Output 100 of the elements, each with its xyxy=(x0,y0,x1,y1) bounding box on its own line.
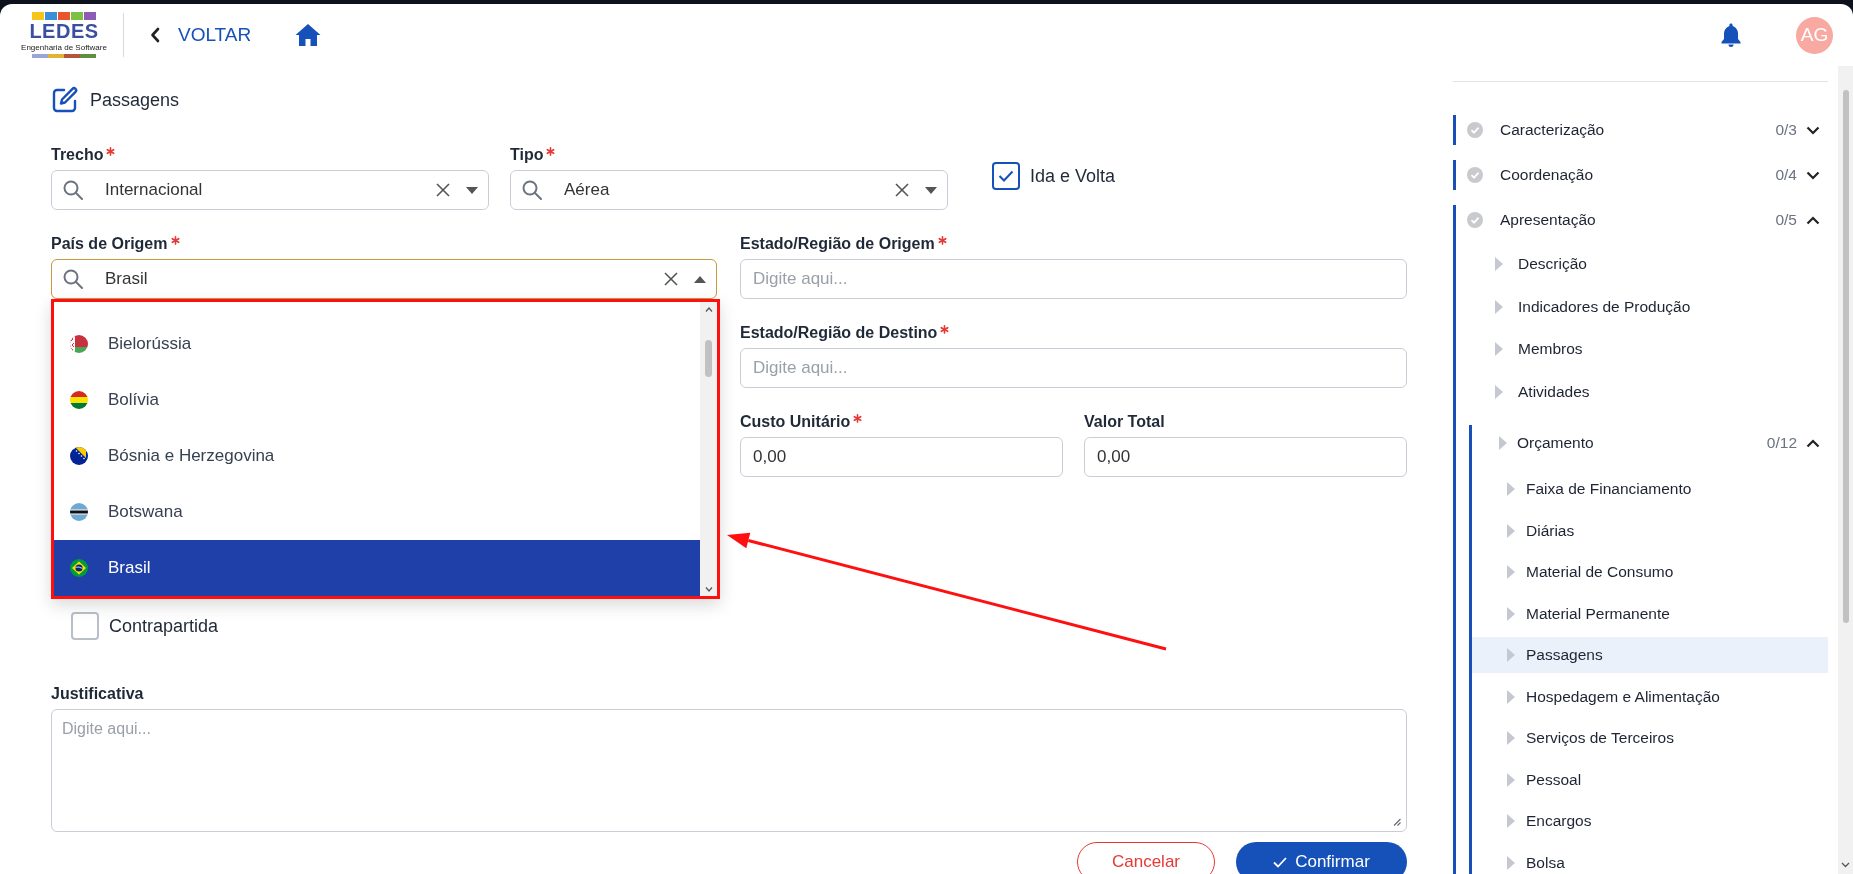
checkmark-icon xyxy=(998,170,1014,182)
caret-right-icon[interactable] xyxy=(1507,731,1515,745)
chevron-up-icon[interactable] xyxy=(1806,215,1820,225)
caret-right-icon[interactable] xyxy=(1507,689,1515,704)
caret-right-icon[interactable] xyxy=(1507,482,1515,496)
dropdown-scrollbar[interactable] xyxy=(700,302,717,596)
check-circle-icon xyxy=(1467,167,1483,183)
cancel-button[interactable]: Cancelar xyxy=(1077,842,1215,874)
text-input[interactable]: Digite aqui... xyxy=(740,348,1407,388)
chevron-left-icon xyxy=(150,27,160,43)
sidebar-item[interactable]: Bolsa xyxy=(1472,844,1828,874)
caret-right-icon[interactable] xyxy=(1495,257,1503,271)
caret-right-icon[interactable] xyxy=(1495,342,1503,356)
number-input[interactable]: 0,00 xyxy=(1084,437,1407,477)
clear-icon[interactable] xyxy=(895,183,909,197)
caret-right-icon[interactable] xyxy=(1495,384,1503,399)
field-label: Valor Total xyxy=(1084,412,1165,432)
sidebar-item[interactable]: Passagens xyxy=(1472,637,1828,673)
text-input[interactable]: Digite aqui... xyxy=(740,259,1407,299)
progress-count: 0/12 xyxy=(1766,434,1797,452)
sidebar-item[interactable]: Atividades xyxy=(1456,373,1828,410)
logo-wordmark: LEDES xyxy=(29,21,99,42)
section-bar xyxy=(1453,160,1456,190)
checkbox-label[interactable]: Ida e Volta xyxy=(1030,165,1116,187)
scroll-down-icon[interactable] xyxy=(704,587,713,592)
field-label: Tipo xyxy=(510,145,544,165)
flag-icon xyxy=(70,391,88,409)
sidebar-item[interactable]: Coordenação 0/4 xyxy=(1456,160,1828,190)
progress-count: 0/4 xyxy=(1775,166,1797,184)
clear-icon[interactable] xyxy=(664,272,678,286)
sidebar-item[interactable]: Membros xyxy=(1456,331,1828,367)
clear-icon[interactable] xyxy=(436,183,450,197)
dropdown-option[interactable]: Botswana xyxy=(54,484,700,540)
checkbox-label[interactable]: Contrapartida xyxy=(109,615,219,637)
check-circle-icon xyxy=(1467,122,1483,138)
caret-right-icon[interactable] xyxy=(1507,606,1515,621)
logo-stripe-drawing xyxy=(32,54,96,58)
field-label: Estado/Região de Origem xyxy=(740,234,935,254)
caret-right-icon[interactable] xyxy=(1507,814,1515,828)
dropdown-option[interactable]: Brasil xyxy=(54,540,700,596)
chevron-down-icon[interactable] xyxy=(1806,125,1820,135)
checkbox[interactable] xyxy=(992,162,1020,190)
sidebar-item[interactable]: Material de Consumo xyxy=(1472,554,1828,590)
progress-count: 0/3 xyxy=(1775,121,1797,139)
flag-icon xyxy=(70,447,88,465)
confirm-button[interactable]: Confirmar xyxy=(1236,842,1407,874)
search-icon xyxy=(63,180,83,200)
caret-right-icon[interactable] xyxy=(1507,565,1515,579)
search-icon xyxy=(522,180,542,200)
sidebar-item[interactable]: Caracterização 0/3 xyxy=(1456,115,1828,145)
logo-subtitle: Engenharia de Software xyxy=(21,43,107,53)
sidebar-item[interactable]: Pessoal xyxy=(1472,761,1828,798)
sidebar-item[interactable]: Faixa de Financiamento xyxy=(1472,471,1828,507)
sidebar-item[interactable]: Descrição xyxy=(1456,246,1828,282)
sidebar-item[interactable]: Serviços de Terceiros xyxy=(1472,720,1828,756)
checkbox[interactable] xyxy=(71,612,99,640)
scrollbar-thumb[interactable] xyxy=(705,340,712,377)
search-icon xyxy=(63,269,83,289)
caret-down-icon[interactable] xyxy=(466,186,478,194)
back-link[interactable]: VOLTAR xyxy=(150,24,252,46)
chevron-down-icon[interactable] xyxy=(1806,170,1820,180)
scroll-down-icon[interactable] xyxy=(1841,862,1850,868)
sidebar-item[interactable]: Material Permanente xyxy=(1472,595,1828,632)
sidebar-item[interactable]: Encargos xyxy=(1472,803,1828,839)
number-input[interactable]: 0,00 xyxy=(740,437,1063,477)
caret-right-icon[interactable] xyxy=(1507,855,1515,870)
caret-up-icon[interactable] xyxy=(694,275,706,283)
dropdown-option[interactable]: Bielorússia xyxy=(54,316,700,372)
dropdown-option[interactable]: Bósnia e Herzegovina xyxy=(54,428,700,484)
field-label: Custo Unitário xyxy=(740,412,851,432)
field-label: Trecho xyxy=(51,145,104,165)
caret-down-icon[interactable] xyxy=(925,186,937,194)
scrollbar[interactable] xyxy=(1838,66,1853,874)
select-field[interactable]: Aérea xyxy=(510,170,948,210)
caret-right-icon[interactable] xyxy=(1507,772,1515,787)
field-label: País de Origem xyxy=(51,234,168,254)
flag-icon xyxy=(70,503,88,521)
bell-icon[interactable] xyxy=(1720,22,1742,48)
home-icon[interactable] xyxy=(295,23,322,47)
section-bar xyxy=(1453,115,1456,145)
sidebar-item[interactable]: Apresentação 0/5 xyxy=(1456,205,1828,235)
chevron-up-icon[interactable] xyxy=(1806,438,1820,448)
dropdown-option[interactable]: Bolívia xyxy=(54,372,700,428)
caret-right-icon[interactable] xyxy=(1495,299,1503,314)
scroll-up-icon[interactable] xyxy=(704,307,713,312)
textarea-field[interactable]: Digite aqui... xyxy=(51,709,1407,832)
resize-grip-icon[interactable] xyxy=(1393,818,1401,826)
select-field[interactable]: Brasil xyxy=(51,259,717,299)
sidebar-item[interactable]: Diárias xyxy=(1472,512,1828,549)
progress-count: 0/5 xyxy=(1775,211,1797,229)
check-circle-icon xyxy=(1467,212,1483,228)
sidebar-item[interactable]: Orçamento 0/12 xyxy=(1472,425,1828,461)
caret-right-icon[interactable] xyxy=(1507,648,1515,662)
select-field[interactable]: Internacional xyxy=(51,170,489,210)
sidebar-item[interactable]: Indicadores de Produção xyxy=(1456,288,1828,325)
sidebar-item[interactable]: Hospedagem e Alimentação xyxy=(1472,678,1828,715)
caret-right-icon[interactable] xyxy=(1507,523,1515,538)
caret-right-icon[interactable] xyxy=(1499,436,1507,450)
logo-blocks-drawing xyxy=(32,12,96,20)
scrollbar-thumb[interactable] xyxy=(1842,90,1849,623)
